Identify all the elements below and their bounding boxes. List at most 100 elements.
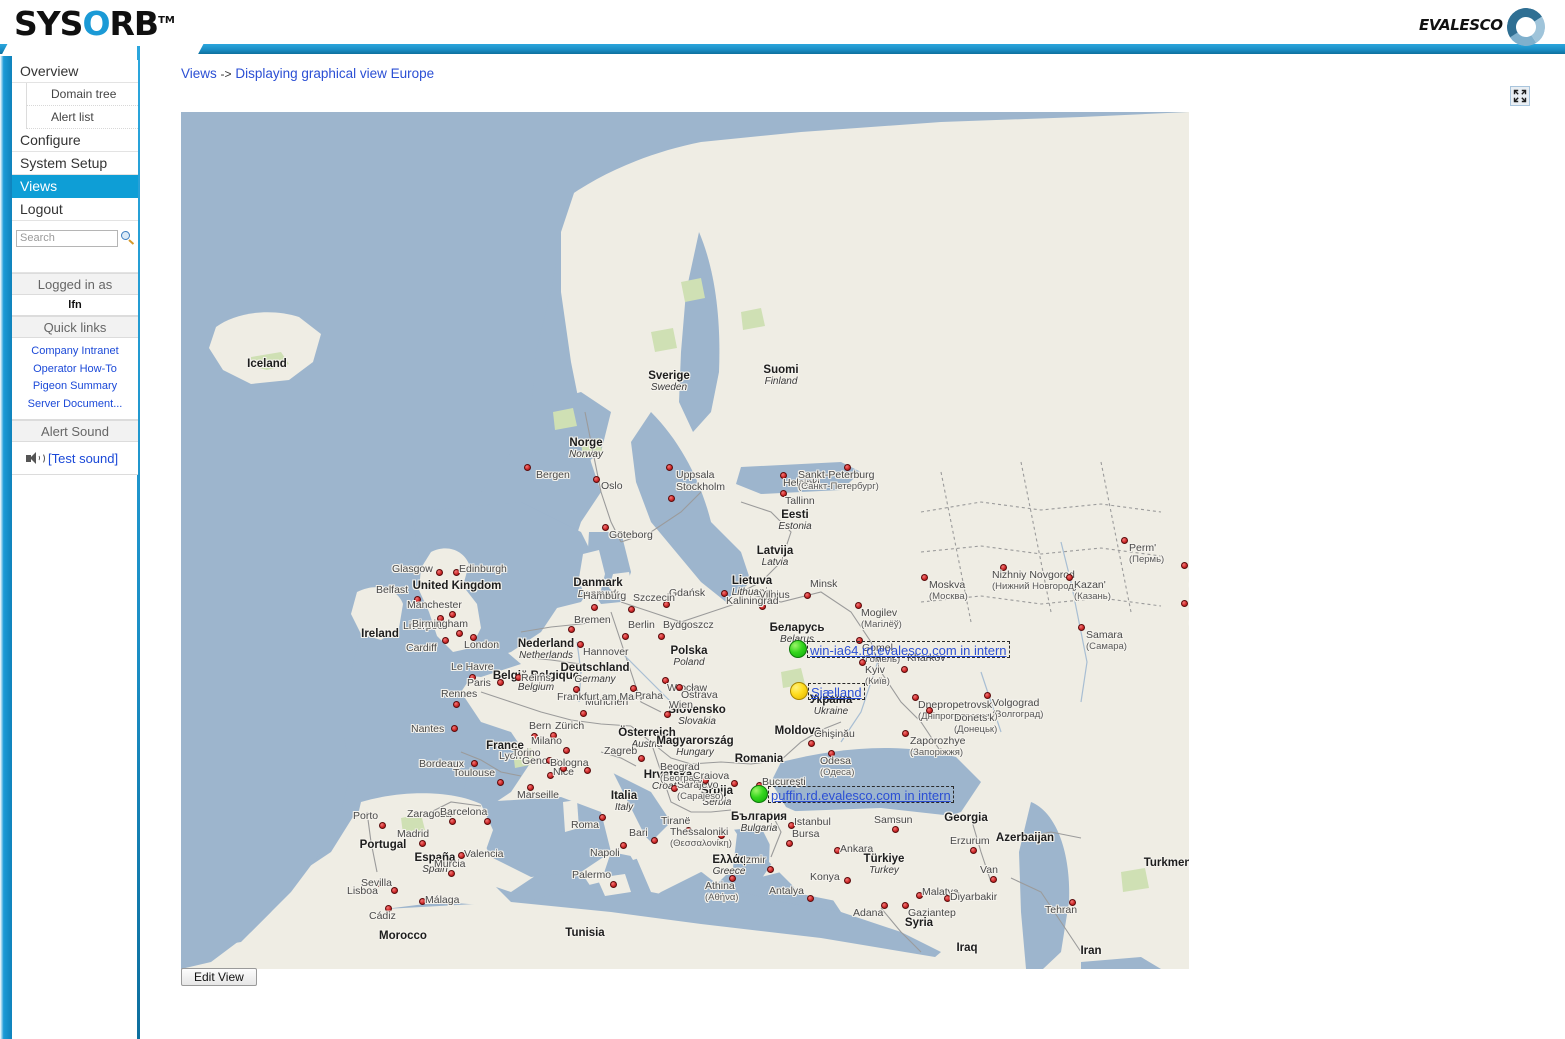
map-city-dot <box>916 892 923 899</box>
map-city-dot <box>859 659 866 666</box>
map-host-label[interactable]: puffin.rd.evalesco.com in intern <box>768 786 954 803</box>
sidebar-item-domain-tree[interactable]: Domain tree <box>26 83 138 106</box>
sidebar-nav: Overview Domain tree Alert list Configure Sy… <box>12 60 138 221</box>
map-city-dot <box>638 755 645 762</box>
map-city-dot <box>469 674 476 681</box>
status-indicator-green[interactable] <box>750 785 768 803</box>
map-city-dot <box>524 464 531 471</box>
map-city-dot <box>577 641 584 648</box>
map-city-dot <box>573 686 580 693</box>
quick-link[interactable]: Company Intranet <box>12 343 138 361</box>
map-city-dot <box>471 760 478 767</box>
map-city-dot <box>990 876 997 883</box>
map-host-label[interactable]: Sjælland <box>808 683 865 700</box>
breadcrumb-current: Displaying graphical view Europe <box>235 66 435 81</box>
evalesco-logo: EVALESCO <box>1419 4 1549 50</box>
map-city-dot <box>676 684 683 691</box>
evalesco-ring-icon <box>1503 4 1549 50</box>
map-city-dot <box>944 895 951 902</box>
fullscreen-arrows-icon <box>1513 89 1527 103</box>
map-city-dot <box>591 604 598 611</box>
map-city-dot <box>926 707 933 714</box>
quick-link[interactable]: Operator How-To <box>12 361 138 379</box>
map-city-dot <box>419 898 426 905</box>
map-city-dot <box>523 752 530 759</box>
map-city-dot <box>1069 899 1076 906</box>
breadcrumb-separator: -> <box>220 67 232 81</box>
map-city-dot <box>484 818 491 825</box>
map-city-dot <box>731 780 738 787</box>
sidebar-item-system-setup[interactable]: System Setup <box>12 152 138 175</box>
map-city-dot <box>379 822 386 829</box>
search-input[interactable] <box>16 229 118 247</box>
edit-view-button[interactable]: Edit View <box>181 968 257 986</box>
map-city-dot <box>449 818 456 825</box>
breadcrumb: Views -> Displaying graphical view Europ… <box>181 66 434 81</box>
map-city-dot <box>419 840 426 847</box>
map-city-dot <box>788 822 795 829</box>
map-city-dot <box>497 779 504 786</box>
map-city-dot <box>470 634 477 641</box>
map-city-dot <box>902 902 909 909</box>
map-city-dot <box>497 679 504 686</box>
map-city-dot <box>580 710 587 717</box>
map-city-dot <box>1066 574 1073 581</box>
map-city-dot <box>807 895 814 902</box>
search-icon[interactable] <box>121 231 135 245</box>
sidebar-spacer <box>12 251 138 273</box>
quick-links-list: Company Intranet Operator How-To Pigeon Su… <box>12 338 138 419</box>
breadcrumb-root-link[interactable]: Views <box>181 66 217 81</box>
header-accent-bar <box>0 44 1565 54</box>
map-city-dot <box>685 827 692 834</box>
map-city-dot <box>550 732 557 739</box>
fullscreen-icon[interactable] <box>1510 86 1530 106</box>
map-city-dot <box>658 633 665 640</box>
map-city-dot <box>1000 564 1007 571</box>
map-geography: .land { fill:#efede4; } .green { fill:#c… <box>181 112 1189 969</box>
logo-wordmark: SYSORBTM <box>14 4 214 41</box>
logged-in-as-title: Logged in as <box>12 273 138 295</box>
map-city-dot <box>568 626 575 633</box>
map-city-dot <box>531 733 538 740</box>
quick-link[interactable]: Pigeon Summary <box>12 378 138 396</box>
map-city-dot <box>663 601 670 608</box>
map-city-dot <box>563 747 570 754</box>
map-city-dot <box>560 765 567 772</box>
map-city-dot <box>436 569 443 576</box>
map-city-dot <box>620 842 627 849</box>
app-header: SYSORBTM SERVER & NETWORK MONITORING SYS… <box>0 0 1565 56</box>
logged-in-username: lfn <box>68 299 82 311</box>
map-city-dot <box>767 866 774 873</box>
trademark-symbol: TM <box>158 15 175 26</box>
sidebar: Overview Domain tree Alert list Configure Sy… <box>12 60 138 475</box>
sidebar-item-views[interactable]: Views <box>12 175 138 198</box>
graphical-view-map[interactable]: .land { fill:#efede4; } .green { fill:#c… <box>181 112 1189 969</box>
map-city-dot <box>453 701 460 708</box>
map-city-dot <box>451 725 458 732</box>
sidebar-item-logout[interactable]: Logout <box>12 198 138 221</box>
status-indicator-green[interactable] <box>789 640 807 658</box>
sidebar-item-alert-list[interactable]: Alert list <box>26 106 138 129</box>
sidebar-item-overview[interactable]: Overview <box>12 60 138 83</box>
map-city-dot <box>892 826 899 833</box>
map-city-dot <box>844 877 851 884</box>
test-sound-link[interactable]: [Test sound] <box>48 451 118 466</box>
map-host-label[interactable]: win-ia64.rd.evalesco.com in intern <box>807 641 1010 658</box>
sidebar-item-configure[interactable]: Configure <box>12 129 138 152</box>
map-city-dot <box>780 472 787 479</box>
map-city-dot <box>448 870 455 877</box>
map-city-dot <box>718 832 725 839</box>
map-city-dot <box>628 606 635 613</box>
map-city-dot <box>834 847 841 854</box>
map-city-dot <box>786 840 793 847</box>
status-indicator-yellow[interactable] <box>790 682 808 700</box>
map-city-dot <box>912 694 919 701</box>
map-city-dot <box>1078 624 1085 631</box>
sidebar-search-row <box>12 221 138 251</box>
evalesco-wordmark: EVALESCO <box>1419 16 1503 34</box>
quick-link[interactable]: Server Document... <box>12 396 138 414</box>
map-city-dot <box>515 674 522 681</box>
map-city-dot <box>610 881 617 888</box>
map-city-dot <box>662 677 669 684</box>
map-city-dot <box>375 880 382 887</box>
